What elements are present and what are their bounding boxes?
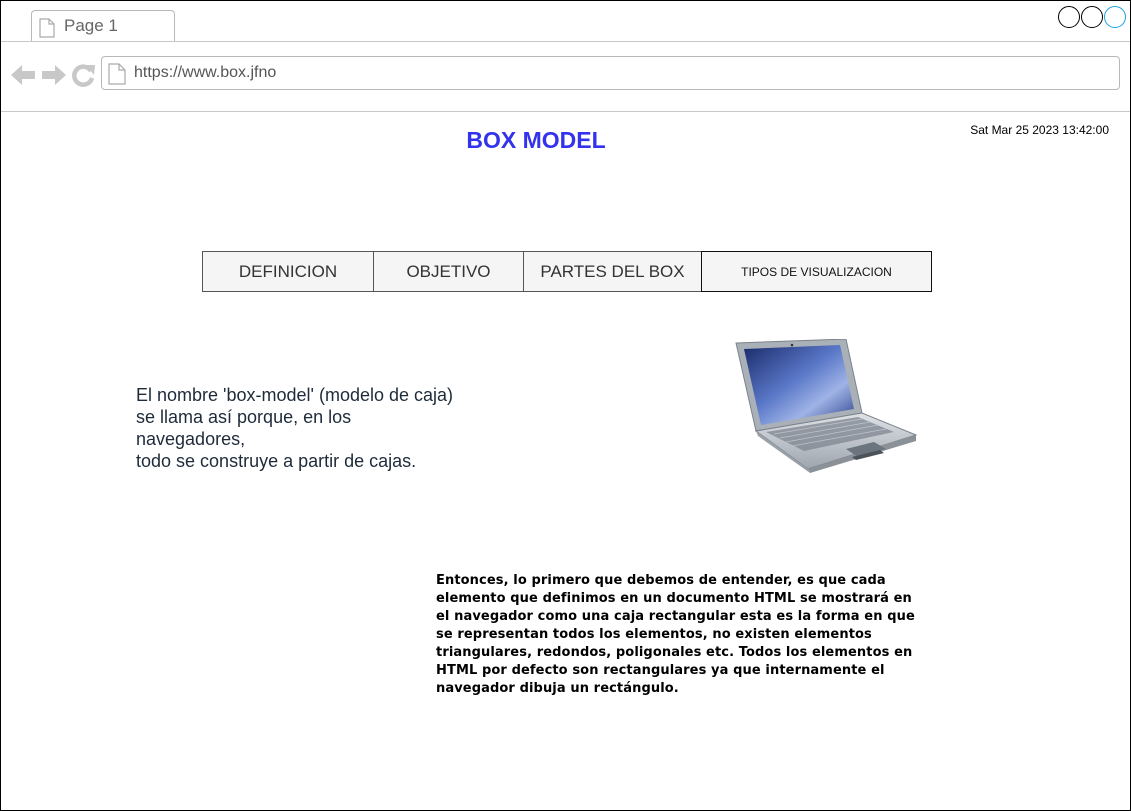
url-text[interactable]: https://www.box.jfno — [134, 64, 276, 82]
menu-item-partes-del-box[interactable]: PARTES DEL BOX — [523, 251, 702, 292]
menu-item-definicion[interactable]: DEFINICION — [202, 251, 374, 292]
browser-tab[interactable]: Page 1 — [31, 10, 175, 41]
section-menu: DEFINICION OBJETIVO PARTES DEL BOX TIPOS… — [202, 251, 932, 292]
maximize-button[interactable] — [1081, 6, 1103, 28]
datetime-label: Sat Mar 25 2023 13:42:00 — [970, 123, 1109, 137]
menu-item-objetivo[interactable]: OBJETIVO — [373, 251, 524, 292]
intro-line: El nombre 'box-model' (modelo de caja) — [136, 385, 454, 405]
intro-line: se llama así porque, en los — [136, 407, 352, 427]
tab-strip: Page 1 — [1, 1, 1130, 42]
address-bar[interactable]: https://www.box.jfno — [101, 56, 1120, 90]
intro-text: El nombre 'box-model' (modelo de caja) s… — [136, 384, 466, 472]
page-title: BOX MODEL — [466, 127, 606, 153]
page-icon — [108, 63, 126, 85]
navigation-bar: https://www.box.jfno — [1, 42, 1130, 112]
reload-icon[interactable] — [72, 63, 96, 87]
back-arrow-icon[interactable] — [11, 63, 36, 87]
intro-line: navegadores, — [136, 429, 246, 449]
body-paragraph: Entonces, lo primero que debemos de ente… — [436, 573, 915, 696]
laptop-image — [735, 339, 918, 473]
close-button[interactable] — [1104, 6, 1126, 28]
document-icon — [39, 18, 55, 38]
intro-line: todo se construye a partir de cajas. — [136, 451, 417, 471]
menu-item-tipos-de-visualizacion[interactable]: TIPOS DE VISUALIZACION — [701, 251, 932, 292]
tab-label: Page 1 — [64, 16, 118, 35]
forward-arrow-icon[interactable] — [41, 63, 66, 87]
window-controls — [1058, 6, 1126, 28]
minimize-button[interactable] — [1058, 6, 1080, 28]
browser-window: Page 1 https://www.box.jfno BOX MODEL Sa… — [0, 0, 1131, 811]
